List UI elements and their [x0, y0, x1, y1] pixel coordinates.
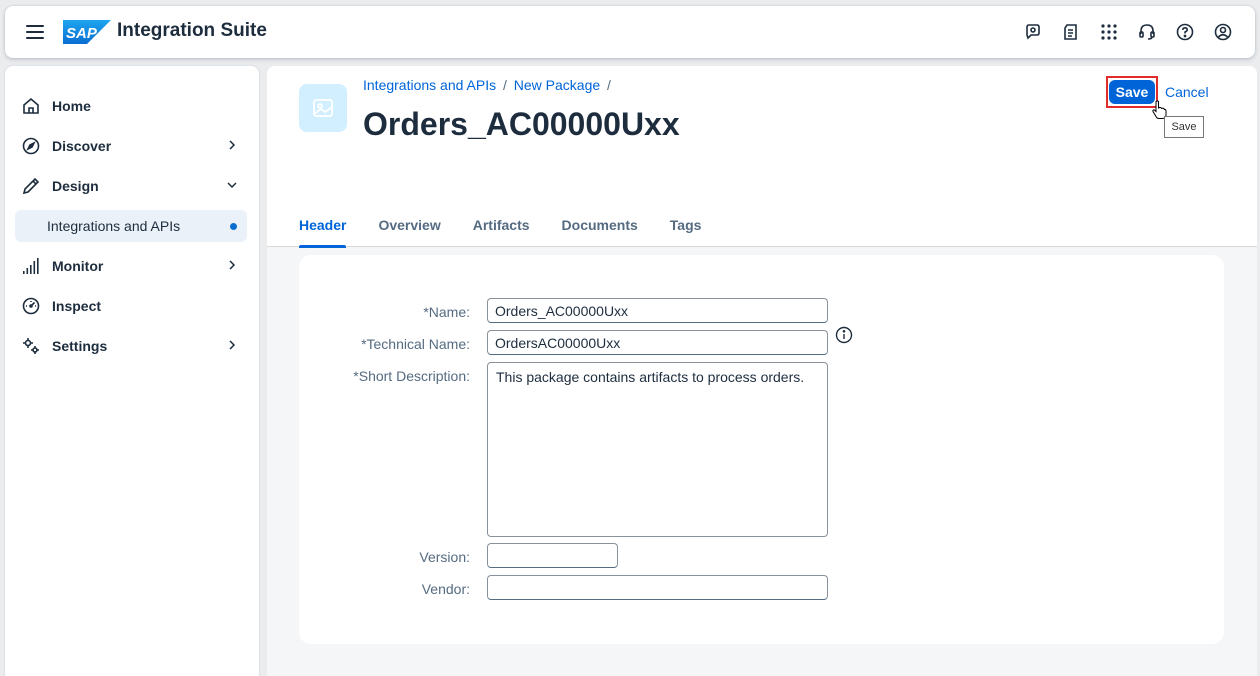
chevron-right-icon: [229, 140, 236, 150]
compass-icon: [20, 135, 42, 157]
tab-header[interactable]: Header: [299, 207, 347, 248]
vendor-field[interactable]: [487, 575, 828, 600]
gauge-icon: [20, 295, 42, 317]
sap-logo[interactable]: SAP: [63, 20, 111, 49]
breadcrumb-link-integrations[interactable]: Integrations and APIs: [363, 77, 496, 93]
short-description-label: *Short Description:: [353, 368, 470, 384]
sidebar-item-integrations-and-apis[interactable]: Integrations and APIs: [15, 210, 247, 242]
sidebar-item-settings[interactable]: Settings: [15, 330, 247, 362]
sidebar-item-label: Integrations and APIs: [47, 218, 181, 234]
sidebar-item-label: Home: [52, 98, 91, 114]
package-avatar: [299, 84, 347, 132]
sidebar-item-design[interactable]: Design: [15, 170, 247, 202]
selected-indicator: [230, 223, 237, 230]
product-switch-icon[interactable]: [1099, 20, 1119, 44]
shell-bar: SAP Integration Suite: [5, 6, 1255, 58]
name-label: *Name:: [423, 304, 470, 320]
svg-text:SAP: SAP: [66, 25, 98, 42]
name-field[interactable]: [487, 298, 828, 323]
main-content: Integrations and APIs / New Package / Or…: [267, 66, 1257, 676]
chevron-right-icon: [229, 260, 236, 270]
sidebar-item-label: Monitor: [52, 258, 104, 274]
vendor-label: Vendor:: [421, 581, 470, 597]
sidebar-item-discover[interactable]: Discover: [15, 130, 247, 162]
technical-name-label: *Technical Name:: [361, 336, 470, 352]
sidebar-item-label: Settings: [52, 338, 108, 354]
tab-bar: Header Overview Artifacts Documents Tags: [299, 207, 733, 248]
bar-chart-icon: [20, 255, 42, 277]
version-field[interactable]: [487, 543, 618, 568]
app-title: Integration Suite: [117, 20, 267, 41]
tab-tags[interactable]: Tags: [670, 207, 702, 247]
cancel-button[interactable]: Cancel: [1165, 84, 1209, 100]
gears-icon: [20, 335, 42, 357]
breadcrumb-separator: /: [607, 77, 611, 93]
object-page-header: Integrations and APIs / New Package / Or…: [267, 66, 1257, 248]
sidebar-item-inspect[interactable]: Inspect: [15, 290, 247, 322]
breadcrumb-separator: /: [502, 77, 507, 93]
image-placeholder-icon: [313, 99, 333, 117]
whats-new-icon[interactable]: [1061, 20, 1081, 44]
hamburger-menu-icon[interactable]: [25, 22, 45, 42]
sidebar-item-label: Design: [52, 178, 99, 194]
pencil-icon: [20, 175, 42, 197]
package-header-form: *Name: *Technical Name: *Short Descripti…: [299, 255, 1224, 644]
chevron-right-icon: [229, 340, 236, 350]
tab-overview[interactable]: Overview: [378, 207, 440, 247]
user-profile-icon[interactable]: [1213, 20, 1233, 44]
breadcrumb: Integrations and APIs / New Package /: [363, 77, 614, 93]
save-tooltip: Save: [1164, 116, 1204, 138]
short-description-field[interactable]: This package contains artifacts to proce…: [487, 362, 828, 537]
sidebar-item-label: Inspect: [52, 298, 102, 314]
version-label: Version:: [419, 549, 470, 565]
technical-name-field[interactable]: [487, 330, 828, 355]
sidebar-item-monitor[interactable]: Monitor: [15, 250, 247, 282]
page-title: Orders_AC00000Uxx: [363, 106, 680, 142]
save-button[interactable]: Save: [1108, 80, 1156, 104]
support-icon[interactable]: [1137, 20, 1157, 44]
help-icon[interactable]: [1175, 20, 1195, 44]
chevron-down-icon: [227, 182, 237, 189]
tab-documents[interactable]: Documents: [562, 207, 638, 247]
sidebar-item-label: Discover: [52, 138, 112, 154]
assistant-icon[interactable]: [1023, 20, 1043, 44]
sidebar-item-home[interactable]: Home: [15, 90, 247, 122]
breadcrumb-link-new-package[interactable]: New Package: [514, 77, 600, 93]
tab-artifacts[interactable]: Artifacts: [473, 207, 530, 247]
home-icon: [20, 95, 42, 117]
side-navigation: Home Discover Design Integrations and AP…: [5, 66, 259, 676]
info-icon[interactable]: [835, 326, 853, 344]
